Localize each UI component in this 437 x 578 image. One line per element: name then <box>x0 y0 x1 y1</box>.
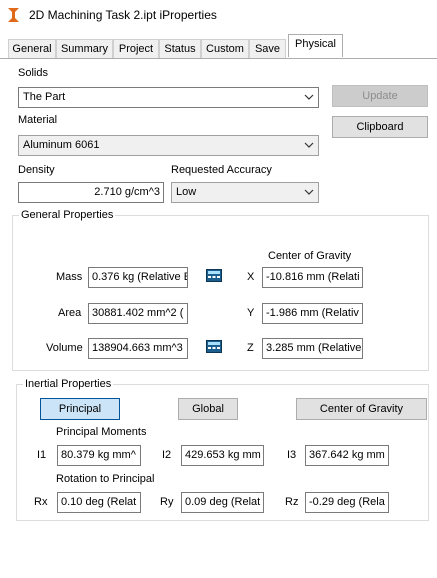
solids-label: Solids <box>18 67 48 79</box>
tab-general[interactable]: General <box>8 39 56 59</box>
accuracy-dropdown[interactable]: Low <box>171 182 319 203</box>
i1-field[interactable]: 80.379 kg mm^ <box>57 445 141 466</box>
tab-physical[interactable]: Physical <box>288 34 343 57</box>
global-button[interactable]: Global <box>178 398 238 420</box>
solids-selected: The Part <box>23 91 66 103</box>
center-of-gravity-button[interactable]: Center of Gravity <box>296 398 427 420</box>
center-of-gravity-label: Center of Gravity <box>268 250 352 262</box>
tab-divider <box>0 58 437 59</box>
y-label: Y <box>247 307 255 319</box>
solids-dropdown[interactable]: The Part <box>18 87 319 108</box>
density-label: Density <box>18 164 55 176</box>
i2-label: I2 <box>162 449 172 461</box>
material-dropdown[interactable]: Aluminum 6061 <box>18 135 319 156</box>
tab-strip: General Summary Project Status Custom Sa… <box>0 34 437 59</box>
window-title: 2D Machining Task 2.ipt iProperties <box>29 8 217 22</box>
mass-label: Mass <box>56 271 83 283</box>
cog-x-field[interactable]: -10.816 mm (Relati <box>262 267 363 288</box>
chevron-down-icon <box>304 142 314 148</box>
area-label: Area <box>58 307 82 319</box>
z-label: Z <box>247 342 254 354</box>
tab-project[interactable]: Project <box>113 39 159 59</box>
calculator-icon[interactable] <box>206 269 222 282</box>
inventor-app-icon <box>8 8 19 22</box>
principal-button[interactable]: Principal <box>40 398 120 420</box>
x-label: X <box>247 271 255 283</box>
rz-field[interactable]: -0.29 deg (Rela <box>305 492 389 513</box>
cog-z-field[interactable]: 3.285 mm (Relative <box>262 338 363 359</box>
general-properties-title: General Properties <box>19 209 116 221</box>
calculator-icon[interactable] <box>206 340 222 353</box>
cog-y-field[interactable]: -1.986 mm (Relativ <box>262 303 363 324</box>
i2-field[interactable]: 429.653 kg mm <box>181 445 264 466</box>
tab-custom[interactable]: Custom <box>201 39 249 59</box>
mass-field[interactable]: 0.376 kg (Relative E <box>88 267 188 288</box>
ry-field[interactable]: 0.09 deg (Relat <box>181 492 264 513</box>
tab-summary[interactable]: Summary <box>56 39 113 59</box>
principal-moments-label: Principal Moments <box>56 426 147 438</box>
rz-label: Rz <box>285 496 299 508</box>
area-field[interactable]: 30881.402 mm^2 ( <box>88 303 188 324</box>
rx-label: Rx <box>34 496 48 508</box>
i3-label: I3 <box>287 449 297 461</box>
material-label: Material <box>18 114 58 126</box>
title-bar: 2D Machining Task 2.ipt iProperties <box>0 0 437 32</box>
i1-label: I1 <box>37 449 47 461</box>
rotation-to-principal-label: Rotation to Principal <box>56 473 155 485</box>
accuracy-selected: Low <box>176 186 197 198</box>
volume-field[interactable]: 138904.663 mm^3 <box>88 338 188 359</box>
ry-label: Ry <box>160 496 174 508</box>
inertial-properties-title: Inertial Properties <box>23 378 114 390</box>
material-selected: Aluminum 6061 <box>23 139 100 151</box>
density-field[interactable]: 2.710 g/cm^3 <box>18 182 164 203</box>
clipboard-button[interactable]: Clipboard <box>332 116 428 138</box>
chevron-down-icon <box>304 189 314 195</box>
rx-field[interactable]: 0.10 deg (Relat <box>57 492 141 513</box>
volume-label: Volume <box>46 342 83 354</box>
i3-field[interactable]: 367.642 kg mm <box>305 445 389 466</box>
tab-status[interactable]: Status <box>159 39 201 59</box>
chevron-down-icon <box>304 94 314 100</box>
accuracy-label: Requested Accuracy <box>171 164 272 176</box>
update-button[interactable]: Update <box>332 85 428 107</box>
tab-save[interactable]: Save <box>249 39 286 59</box>
